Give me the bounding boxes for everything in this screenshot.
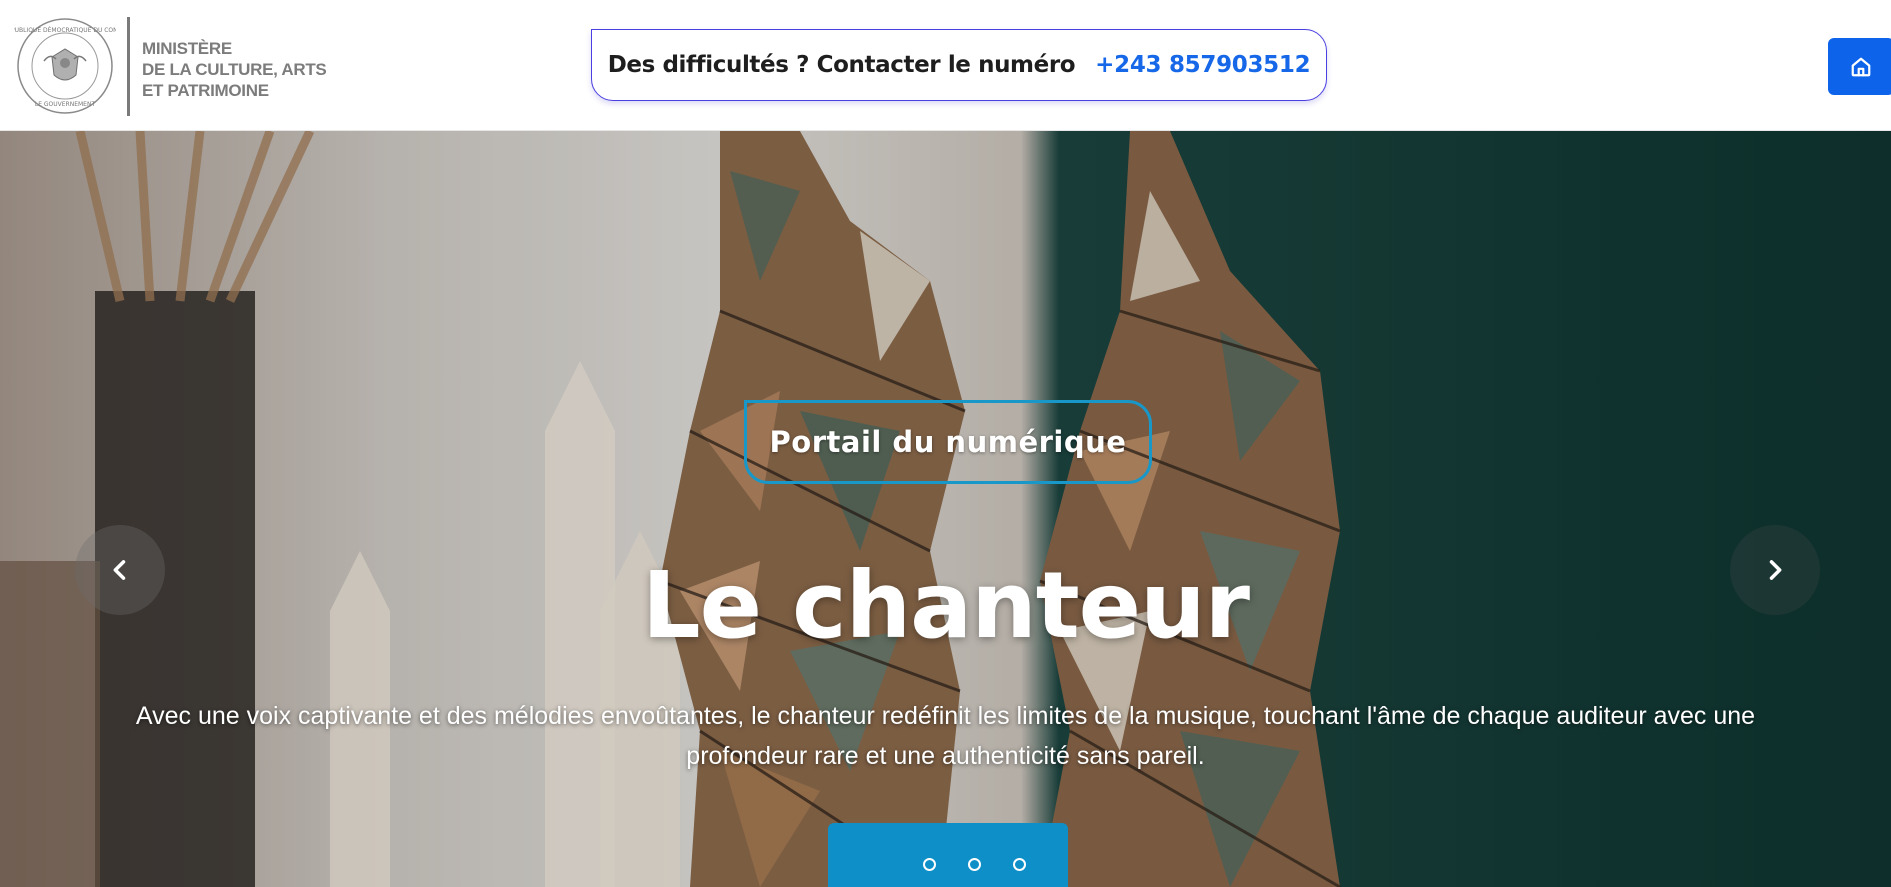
carousel-dot-3[interactable]	[1013, 858, 1026, 871]
home-icon	[1851, 57, 1871, 76]
ministry-line-2: DE LA CULTURE, ARTS	[142, 60, 327, 79]
government-seal-logo[interactable]: RÉPUBLIQUE DÉMOCRATIQUE DU CONGO LE GOUV…	[14, 17, 116, 115]
chevron-left-icon	[113, 560, 126, 580]
contact-label: Des difficultés ? Contacter le numéro	[607, 52, 1076, 78]
chevron-right-icon	[1769, 560, 1782, 580]
hero-carousel: Portail du numérique Le chanteur Avec un…	[0, 131, 1891, 887]
carousel-indicators	[828, 823, 1068, 887]
slide-title: Le chanteur	[642, 552, 1250, 659]
ministry-line-1: MINISTÈRE	[142, 39, 232, 58]
svg-text:RÉPUBLIQUE DÉMOCRATIQUE DU CON: RÉPUBLIQUE DÉMOCRATIQUE DU CONGO	[14, 26, 116, 34]
portal-badge: Portail du numérique	[744, 400, 1152, 484]
svg-text:LE GOUVERNEMENT: LE GOUVERNEMENT	[35, 101, 96, 108]
ministry-line-3: ET PATRIMOINE	[142, 81, 269, 100]
site-header: RÉPUBLIQUE DÉMOCRATIQUE DU CONGO LE GOUV…	[0, 0, 1891, 131]
carousel-next-button[interactable]	[1730, 525, 1820, 615]
contact-phone-link[interactable]: +243 857903512	[1095, 52, 1310, 78]
ministry-name[interactable]: MINISTÈRE DE LA CULTURE, ARTS ET PATRIMO…	[142, 38, 342, 101]
carousel-prev-button[interactable]	[75, 525, 165, 615]
carousel-dot-1[interactable]	[923, 858, 936, 871]
slide-description: Avec une voix captivante et des mélodies…	[135, 702, 1756, 770]
carousel-dot-2[interactable]	[968, 858, 981, 871]
home-button[interactable]	[1828, 38, 1891, 95]
logo-divider	[127, 17, 130, 116]
contact-banner: Des difficultés ? Contacter le numéro +2…	[591, 29, 1327, 101]
